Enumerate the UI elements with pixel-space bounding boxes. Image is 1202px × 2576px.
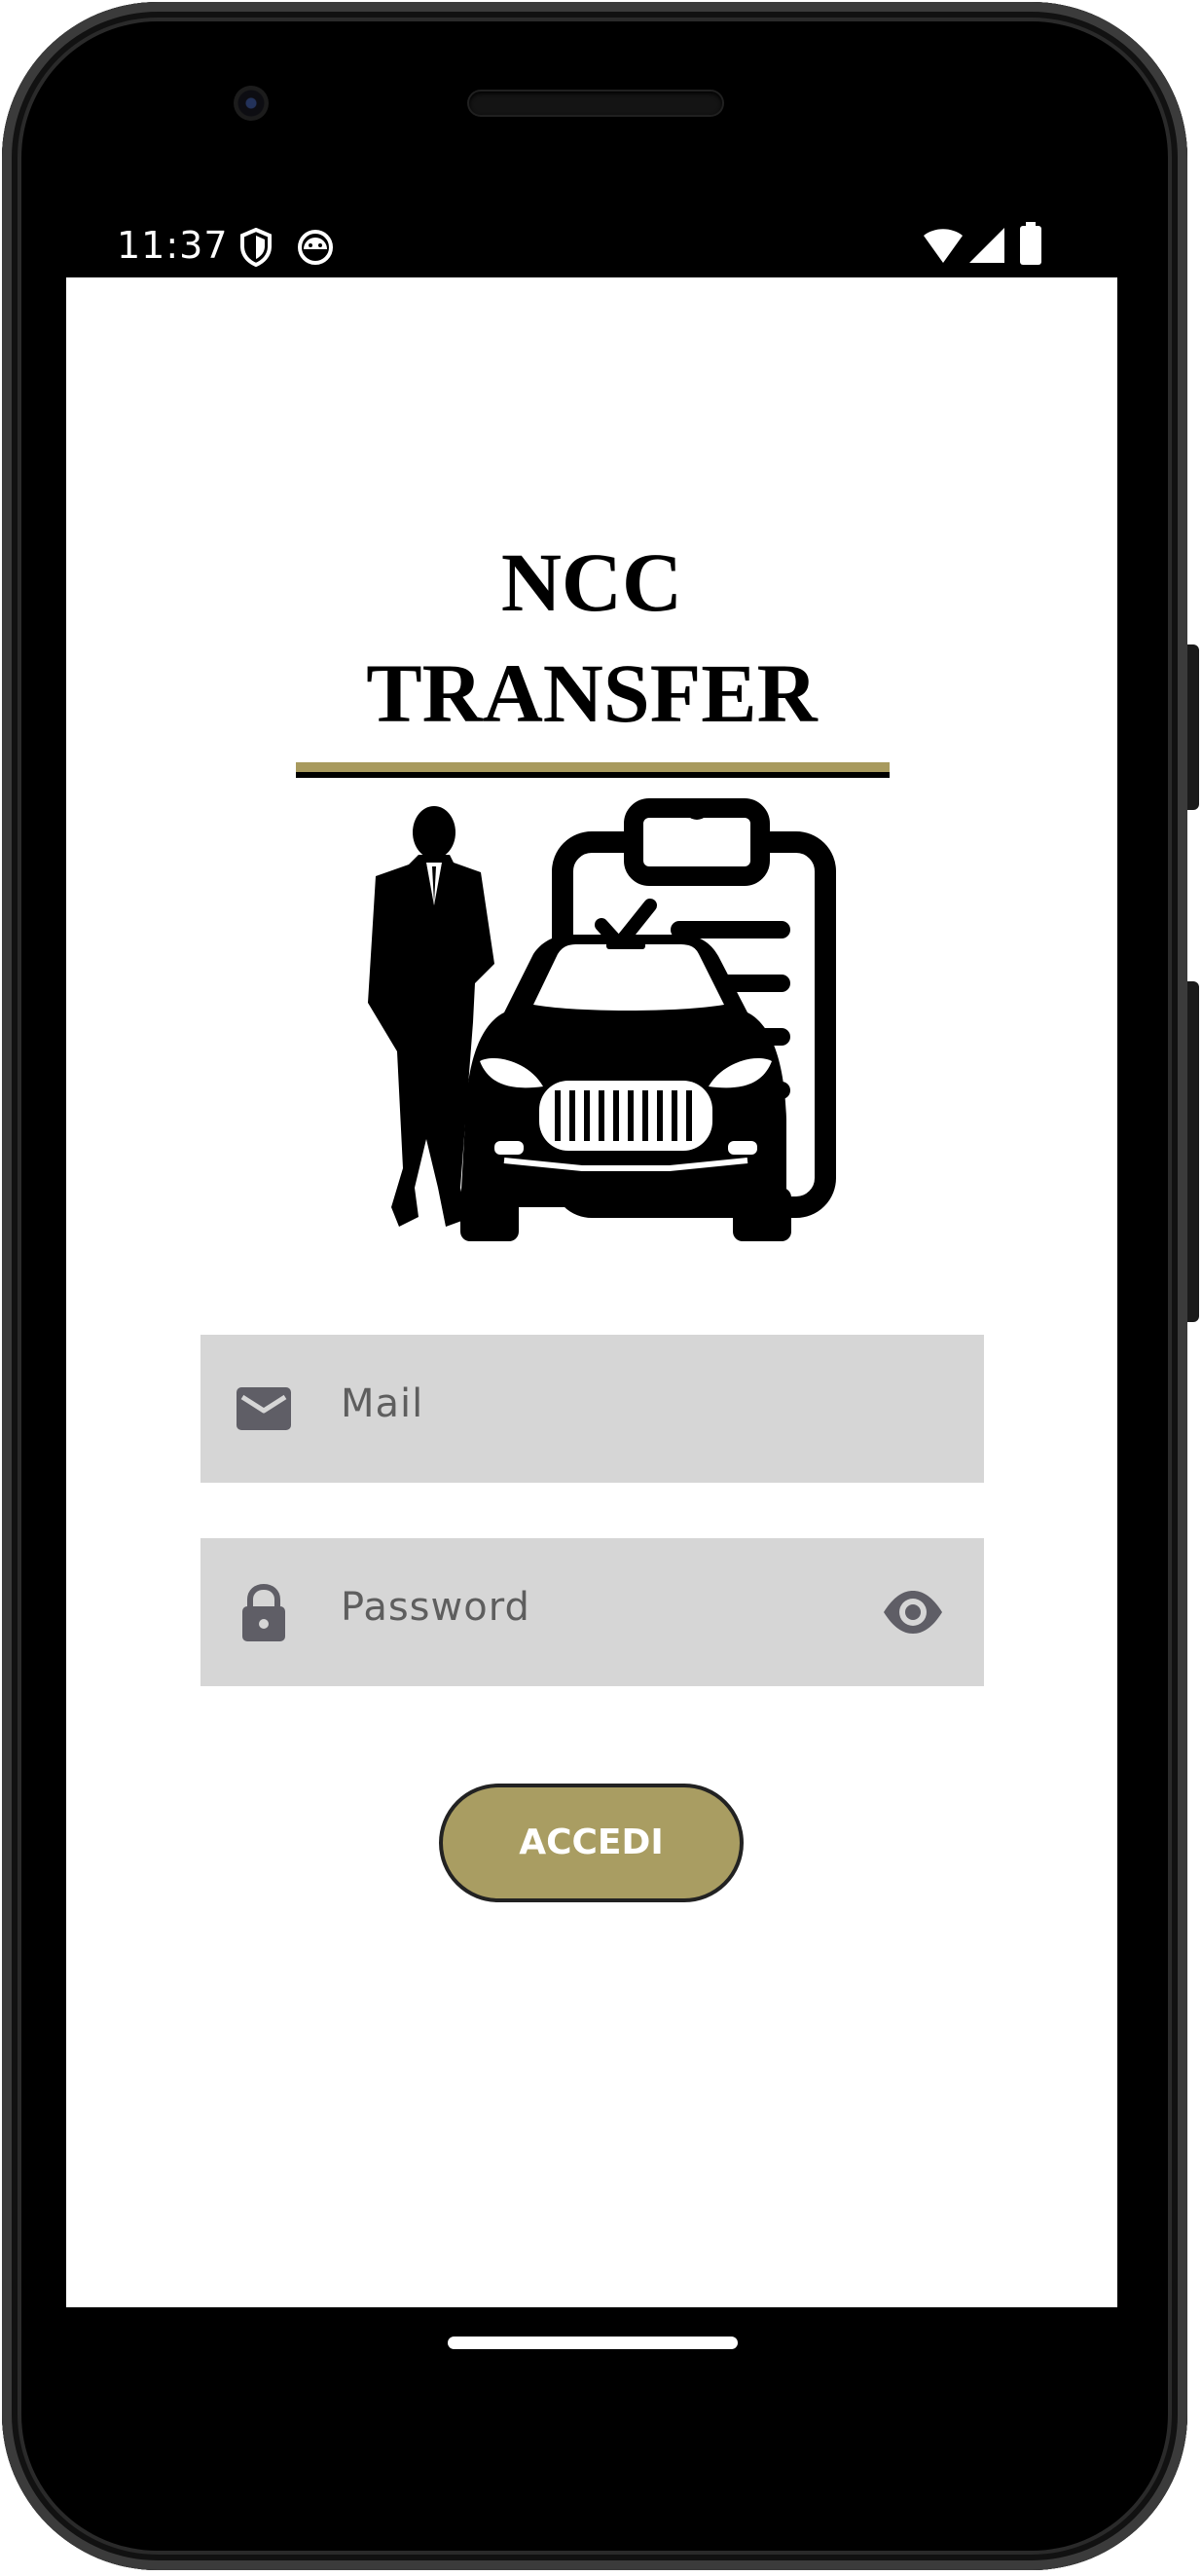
power-button (1187, 644, 1199, 810)
shield-icon (240, 228, 272, 267)
mail-icon (237, 1387, 291, 1430)
password-placeholder: Password (341, 1585, 530, 1630)
status-time: 11:37 (117, 224, 229, 267)
lock-icon (242, 1583, 285, 1641)
wifi-icon (924, 229, 963, 263)
eye-icon[interactable] (882, 1583, 944, 1641)
earpiece-speaker (469, 92, 722, 115)
chauffeur-car-illustration (368, 798, 836, 1241)
battery-icon (1020, 222, 1041, 265)
home-indicator[interactable] (448, 2337, 738, 2349)
front-camera (234, 86, 269, 121)
logo-underline-gold (296, 762, 890, 772)
password-field[interactable]: Password (200, 1538, 984, 1686)
android-notification-icon (298, 230, 333, 265)
mail-field[interactable]: Mail (200, 1335, 984, 1483)
logo-title-line2: TRANSFER (366, 646, 818, 740)
logo-title-line1: NCC (500, 535, 683, 629)
mail-placeholder: Mail (341, 1381, 424, 1426)
status-bar: 11:37 (66, 216, 1049, 275)
accedi-button[interactable]: ACCEDI (439, 1784, 744, 1902)
cellular-signal-icon (969, 228, 1004, 263)
logo-underline-black (296, 772, 890, 778)
volume-button (1187, 981, 1199, 1322)
app-screen: NCC TRANSFER Mail Password ACCEDI (66, 277, 1117, 2307)
